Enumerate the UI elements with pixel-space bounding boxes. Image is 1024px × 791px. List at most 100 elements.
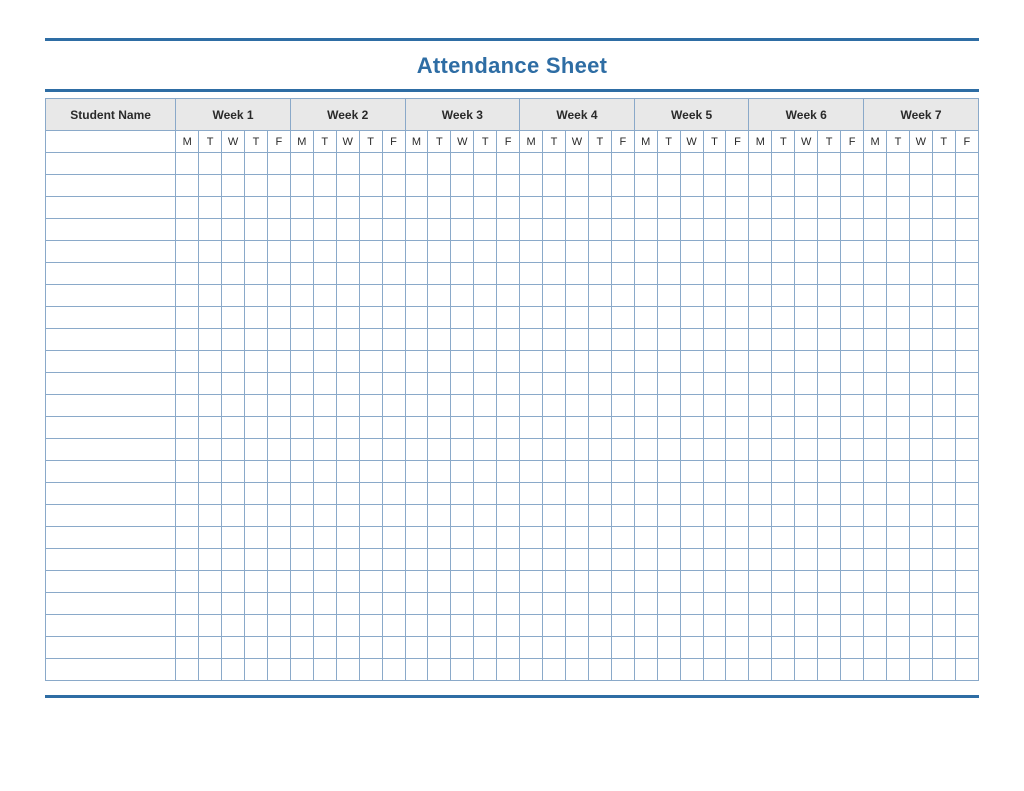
cell-attendance: [474, 615, 497, 637]
table-row: [46, 505, 979, 527]
cell-attendance: [749, 153, 772, 175]
cell-attendance: [451, 263, 474, 285]
cell-attendance: [474, 571, 497, 593]
cell-student-name: [46, 219, 176, 241]
cell-attendance: [657, 615, 680, 637]
cell-attendance: [474, 351, 497, 373]
cell-attendance: [267, 593, 290, 615]
cell-attendance: [703, 637, 726, 659]
cell-student-name: [46, 263, 176, 285]
cell-attendance: [336, 505, 359, 527]
cell-attendance: [932, 571, 955, 593]
cell-attendance: [818, 527, 841, 549]
cell-attendance: [336, 329, 359, 351]
cell-attendance: [405, 461, 428, 483]
cell-attendance: [497, 659, 520, 681]
cell-attendance: [726, 527, 749, 549]
column-header-week: Week 2: [290, 99, 405, 131]
cell-attendance: [428, 659, 451, 681]
cell-attendance: [267, 241, 290, 263]
cell-attendance: [588, 373, 611, 395]
cell-attendance: [565, 417, 588, 439]
cell-attendance: [313, 439, 336, 461]
cell-attendance: [382, 659, 405, 681]
cell-attendance: [955, 219, 978, 241]
cell-attendance: [795, 175, 818, 197]
cell-attendance: [749, 549, 772, 571]
cell-attendance: [313, 615, 336, 637]
cell-attendance: [657, 307, 680, 329]
cell-attendance: [244, 505, 267, 527]
cell-attendance: [290, 197, 313, 219]
cell-attendance: [909, 505, 932, 527]
cell-attendance: [267, 197, 290, 219]
cell-attendance: [795, 637, 818, 659]
cell-attendance: [290, 351, 313, 373]
cell-attendance: [611, 373, 634, 395]
cell-attendance: [886, 197, 909, 219]
cell-attendance: [955, 615, 978, 637]
cell-attendance: [520, 549, 543, 571]
cell-attendance: [428, 263, 451, 285]
cell-attendance: [199, 197, 222, 219]
cell-attendance: [703, 505, 726, 527]
cell-attendance: [657, 659, 680, 681]
cell-attendance: [199, 483, 222, 505]
cell-attendance: [818, 439, 841, 461]
cell-attendance: [199, 461, 222, 483]
cell-attendance: [634, 483, 657, 505]
cell-attendance: [909, 659, 932, 681]
cell-attendance: [909, 461, 932, 483]
cell-attendance: [428, 483, 451, 505]
column-header-week: Week 7: [864, 99, 979, 131]
column-header-student-name: Student Name: [46, 99, 176, 131]
cell-attendance: [818, 175, 841, 197]
column-header-day: T: [199, 131, 222, 153]
cell-attendance: [703, 395, 726, 417]
cell-attendance: [428, 285, 451, 307]
cell-attendance: [520, 219, 543, 241]
cell-attendance: [565, 329, 588, 351]
cell-attendance: [588, 153, 611, 175]
cell-attendance: [864, 615, 887, 637]
cell-attendance: [588, 307, 611, 329]
cell-attendance: [772, 439, 795, 461]
cell-attendance: [359, 637, 382, 659]
cell-attendance: [267, 219, 290, 241]
cell-attendance: [955, 351, 978, 373]
cell-attendance: [405, 263, 428, 285]
cell-attendance: [657, 153, 680, 175]
cell-attendance: [313, 285, 336, 307]
column-header-day: F: [955, 131, 978, 153]
cell-attendance: [634, 615, 657, 637]
cell-attendance: [565, 263, 588, 285]
page-title: Attendance Sheet: [45, 41, 979, 89]
cell-attendance: [199, 417, 222, 439]
cell-attendance: [199, 659, 222, 681]
cell-attendance: [634, 417, 657, 439]
column-header-day: T: [543, 131, 566, 153]
cell-attendance: [497, 219, 520, 241]
cell-attendance: [680, 505, 703, 527]
cell-attendance: [451, 417, 474, 439]
cell-attendance: [176, 351, 199, 373]
table-row: [46, 417, 979, 439]
cell-attendance: [818, 549, 841, 571]
cell-attendance: [267, 307, 290, 329]
cell-attendance: [405, 483, 428, 505]
cell-attendance: [634, 241, 657, 263]
cell-attendance: [290, 175, 313, 197]
cell-attendance: [955, 263, 978, 285]
cell-attendance: [474, 175, 497, 197]
cell-attendance: [405, 527, 428, 549]
cell-attendance: [772, 417, 795, 439]
cell-attendance: [864, 571, 887, 593]
cell-attendance: [336, 175, 359, 197]
cell-attendance: [405, 659, 428, 681]
cell-attendance: [909, 637, 932, 659]
cell-attendance: [795, 659, 818, 681]
cell-attendance: [909, 615, 932, 637]
cell-attendance: [886, 307, 909, 329]
cell-attendance: [336, 461, 359, 483]
cell-attendance: [841, 615, 864, 637]
